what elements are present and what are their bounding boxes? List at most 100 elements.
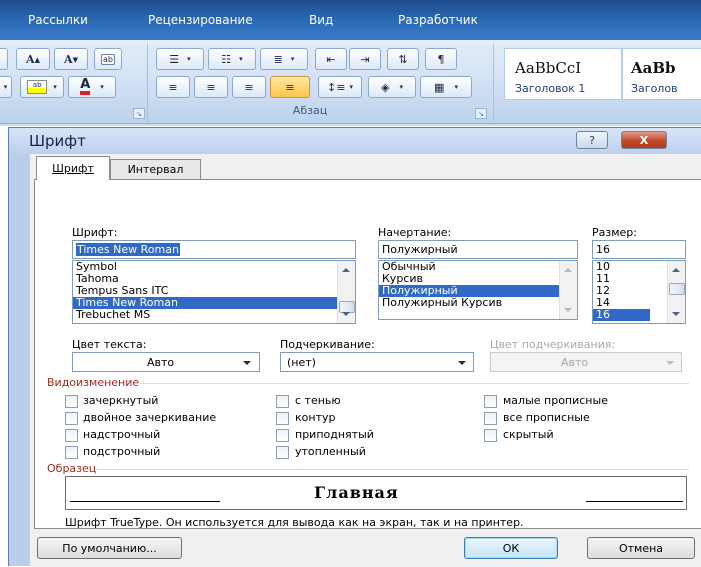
checkbox-label: с тенью: [295, 394, 341, 407]
font-color-button[interactable]: A ▾: [68, 76, 116, 98]
style-list[interactable]: Обычный Курсив Полужирный Полужирный Кур…: [378, 260, 578, 320]
font-size-dropdown-edge[interactable]: [0, 48, 8, 70]
help-button[interactable]: ?: [576, 131, 608, 149]
scroll-down-icon[interactable]: [672, 312, 680, 316]
caret-down-icon: ▼: [72, 54, 78, 64]
small-caps-checkbox[interactable]: [484, 395, 497, 408]
underline-select[interactable]: (нет): [280, 352, 474, 372]
preview-text: Главная: [314, 483, 399, 502]
cancel-button[interactable]: Отмена: [587, 537, 695, 559]
ribbon-tab-review[interactable]: Рецензирование: [148, 13, 253, 27]
engrave-checkbox[interactable]: [276, 446, 289, 459]
font-list-scrollbar[interactable]: [337, 261, 355, 323]
highlight-color-button[interactable]: ab ▾: [20, 76, 64, 98]
style-list-scrollbar[interactable]: [559, 261, 577, 319]
multilevel-list-button[interactable]: ≣ ▾: [260, 48, 308, 70]
chevron-down-icon: ▾: [349, 83, 353, 91]
paragraph-group-launcher-icon[interactable]: ↘: [475, 108, 487, 119]
show-marks-button[interactable]: ¶: [425, 48, 457, 70]
emboss-checkbox[interactable]: [276, 429, 289, 442]
numbering-button[interactable]: ☷ ▾: [208, 48, 256, 70]
strikethrough-checkbox[interactable]: [65, 395, 78, 408]
double-strikethrough-checkbox[interactable]: [65, 412, 78, 425]
checkbox-label: скрытый: [503, 428, 554, 441]
tab-font[interactable]: Шрифт: [36, 156, 110, 180]
checkbox-label: подстрочный: [83, 445, 161, 458]
font-group-launcher-icon[interactable]: ↘: [133, 108, 145, 119]
dialog-title-bar[interactable]: Шрифт ? X: [9, 128, 701, 154]
list-item-selected[interactable]: 16: [593, 309, 650, 321]
multilevel-list-icon: ≣: [273, 52, 283, 66]
increase-indent-button[interactable]: ⇥: [349, 48, 381, 70]
list-item[interactable]: Trebuchet MS: [73, 309, 355, 321]
ribbon: Рассылки Рецензирование Вид Разработчик …: [0, 0, 701, 126]
style-input[interactable]: Полужирный: [378, 240, 578, 259]
superscript-checkbox[interactable]: [65, 429, 78, 442]
align-right-icon: ≡: [244, 80, 254, 94]
list-item[interactable]: Полужирный Курсив: [379, 297, 577, 309]
grow-font-button[interactable]: A ▲: [16, 48, 50, 70]
scroll-down-icon[interactable]: [564, 308, 572, 312]
ribbon-tab-view[interactable]: Вид: [309, 13, 333, 27]
scroll-up-icon[interactable]: [342, 268, 350, 272]
sort-button[interactable]: ⇅: [387, 48, 419, 70]
outdent-icon: ⇤: [326, 52, 336, 66]
clear-formatting-button[interactable]: ab: [94, 48, 122, 70]
font-list[interactable]: Symbol Tahoma Tempus Sans ITC Times New …: [72, 260, 356, 324]
chevron-down-icon: ▾: [187, 55, 191, 63]
bullets-button[interactable]: ☰ ▾: [156, 48, 204, 70]
ok-button[interactable]: ОК: [464, 537, 558, 559]
chevron-down-icon: ▾: [53, 83, 57, 91]
justify-icon: ≡: [285, 80, 295, 94]
hidden-checkbox[interactable]: [484, 429, 497, 442]
size-list-scrollbar[interactable]: [667, 261, 685, 323]
scroll-up-icon[interactable]: [564, 268, 572, 272]
paragraph-group-label: Абзац: [292, 104, 328, 117]
shading-button[interactable]: ◈ ▾: [368, 76, 416, 98]
size-list[interactable]: 10 11 12 14 16: [592, 260, 686, 324]
outline-checkbox[interactable]: [276, 412, 289, 425]
checkbox-label: надстрочный: [83, 428, 161, 441]
style-heading-2[interactable]: AaBb Заголов: [622, 48, 701, 100]
preview-box: Главная: [65, 476, 687, 510]
ribbon-tab-bar: Рассылки Рецензирование Вид Разработчик: [0, 0, 701, 40]
align-left-button[interactable]: ≡: [156, 76, 190, 98]
shrink-font-button[interactable]: A ▼: [54, 48, 88, 70]
shadow-checkbox[interactable]: [276, 395, 289, 408]
borders-button[interactable]: ▦ ▾: [420, 76, 472, 98]
close-icon: X: [639, 133, 649, 147]
dialog-client: Шрифт Интервал Шрифт: Times New Roman Sy…: [30, 154, 701, 567]
numbered-list-icon: ☷: [221, 52, 232, 66]
help-icon: ?: [589, 133, 595, 147]
font-tab-panel: Шрифт: Times New Roman Symbol Tahoma Tem…: [34, 179, 701, 529]
close-button[interactable]: X: [621, 131, 667, 149]
decrease-indent-button[interactable]: ⇤: [315, 48, 347, 70]
scroll-thumb[interactable]: [669, 283, 685, 295]
align-right-button[interactable]: ≡: [232, 76, 266, 98]
line-spacing-button[interactable]: ↕≡ ▾: [318, 76, 362, 98]
chevron-down-icon: [666, 361, 674, 365]
set-default-button[interactable]: По умолчанию...: [37, 537, 182, 559]
section-divider: [95, 469, 689, 470]
all-caps-checkbox[interactable]: [484, 412, 497, 425]
group-divider: [493, 44, 494, 122]
font-input[interactable]: Times New Roman: [72, 240, 356, 259]
scroll-down-icon[interactable]: [342, 312, 350, 316]
tab-interval[interactable]: Интервал: [110, 159, 201, 179]
checkbox-label: утопленный: [295, 445, 366, 458]
font-color-select[interactable]: Авто: [72, 352, 260, 372]
font-label: Шрифт:: [72, 226, 118, 239]
format-dropdown-edge[interactable]: ▾: [0, 76, 12, 98]
ribbon-tab-mailings[interactable]: Рассылки: [28, 13, 88, 27]
align-center-button[interactable]: ≡: [194, 76, 228, 98]
underline-color-select: Авто: [490, 352, 682, 372]
scroll-up-icon[interactable]: [672, 268, 680, 272]
chevron-down-icon: ▾: [239, 55, 243, 63]
size-input[interactable]: 16: [592, 240, 686, 259]
highlighter-icon: ab: [27, 80, 48, 94]
justify-button[interactable]: ≡: [270, 76, 310, 98]
ribbon-tab-developer[interactable]: Разработчик: [398, 13, 478, 27]
borders-icon: ▦: [434, 80, 445, 94]
style-heading-1[interactable]: AaBbCcI Заголовок 1: [504, 48, 622, 100]
subscript-checkbox[interactable]: [65, 446, 78, 459]
